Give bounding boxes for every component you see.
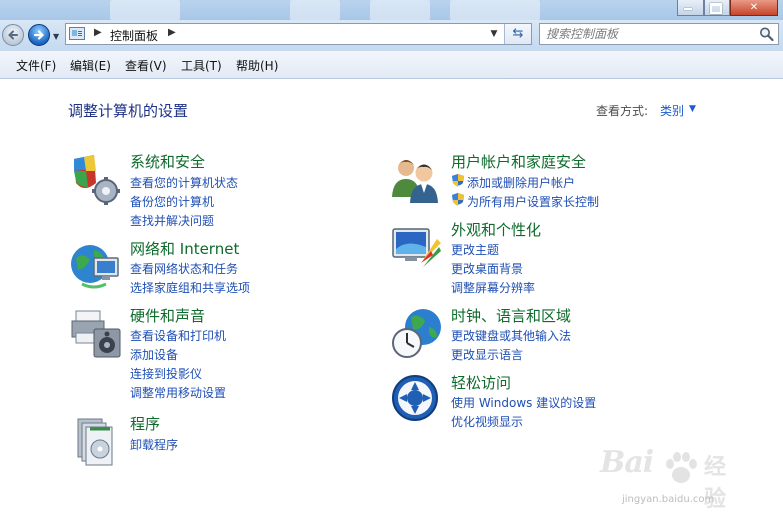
menu-edit[interactable]: 编辑(E) [70,57,111,74]
link-mobility-settings[interactable]: 调整常用移动设置 [130,384,226,401]
link-add-remove-accounts[interactable]: 添加或删除用户帐户 [467,174,575,191]
view-by-label: 查看方式: [596,104,649,118]
link-network-status[interactable]: 查看网络状态和任务 [130,260,238,277]
blurred-background [450,0,540,20]
category-title[interactable]: 程序 [130,413,160,434]
maximize-button[interactable] [704,0,730,16]
link-display-language[interactable]: 更改显示语言 [451,346,523,363]
category-title[interactable]: 系统和安全 [130,151,205,172]
search-box[interactable] [539,23,779,45]
link-homegroup-sharing[interactable]: 选择家庭组和共享选项 [130,279,250,296]
category-title[interactable]: 时钟、语言和区域 [451,305,571,326]
link-troubleshoot[interactable]: 查找并解决问题 [130,212,214,229]
minimize-button[interactable] [677,0,704,16]
blurred-background [290,0,340,20]
link-parental-controls[interactable]: 为所有用户设置家长控制 [467,193,599,210]
close-icon: ✕ [749,2,759,13]
chevron-down-icon[interactable]: ▼ [689,104,696,114]
watermark-url: jingyan.baidu.com [622,494,715,505]
link-screen-resolution[interactable]: 调整屏幕分辨率 [451,279,535,296]
recent-pages-dropdown[interactable]: ▼ [53,32,59,41]
ease-of-access-icon [392,375,438,421]
menu-bar: 文件(F) 编辑(E) 查看(V) 工具(T) 帮助(H) [0,51,783,79]
menu-help[interactable]: 帮助(H) [236,57,278,74]
category-title[interactable]: 外观和个性化 [451,219,541,240]
back-button[interactable] [2,24,24,46]
system-security-icon [74,155,120,205]
link-backup-computer[interactable]: 备份您的计算机 [130,193,214,210]
programs-icon [77,418,113,466]
maximize-icon [710,3,722,14]
search-input[interactable] [540,24,762,44]
paw-logo-icon [666,452,697,483]
page-title: 调整计算机的设置 [68,102,189,120]
refresh-button[interactable]: ⇆ [504,24,531,44]
link-uninstall-program[interactable]: 卸载程序 [130,436,178,453]
uac-shield-icon [452,193,464,206]
control-panel-content: 调整计算机的设置 查看方式: 类别 ▼ 系统和安全 查看您的计算机状态 备份您的… [0,79,783,512]
close-button[interactable]: ✕ [730,0,778,16]
category-title[interactable]: 轻松访问 [451,372,511,393]
back-arrow-icon [8,30,18,40]
link-windows-suggested-settings[interactable]: 使用 Windows 建议的设置 [451,394,596,411]
category-title[interactable]: 网络和 Internet [130,238,239,259]
link-devices-printers[interactable]: 查看设备和打印机 [130,327,226,344]
forward-button[interactable] [28,24,50,46]
clock-language-region-icon [392,309,441,358]
category-title[interactable]: 用户帐户和家庭安全 [451,151,586,172]
uac-shield-icon [452,174,464,187]
link-connect-projector[interactable]: 连接到投影仪 [130,365,202,382]
category-title[interactable]: 硬件和声音 [130,305,205,326]
baidu-jingyan-watermark: Bai 经验 jingyan.baidu.com [600,445,726,512]
network-internet-icon [71,245,119,289]
blurred-background [110,0,180,20]
title-bar: ✕ [0,0,783,20]
view-by-dropdown[interactable]: 类别 [660,102,684,119]
hardware-sound-icon [71,310,121,358]
breadcrumb-control-panel[interactable]: 控制面板 [110,27,158,44]
appearance-icon [392,228,441,267]
minimize-icon [684,8,692,10]
watermark-logo: Bai [600,445,654,480]
menu-view[interactable]: 查看(V) [125,57,167,74]
link-view-computer-status[interactable]: 查看您的计算机状态 [130,174,238,191]
link-desktop-background[interactable]: 更改桌面背景 [451,260,523,277]
link-optimize-visual-display[interactable]: 优化视频显示 [451,413,523,430]
control-panel-icon [69,27,85,40]
link-change-theme[interactable]: 更改主题 [451,241,499,258]
search-icon[interactable] [758,26,776,42]
link-add-device[interactable]: 添加设备 [130,346,178,363]
blurred-background [370,0,430,20]
address-bar[interactable]: ▶ 控制面板 ▶ ▼ ⇆ [65,23,532,45]
chevron-right-icon[interactable]: ▶ [168,27,176,38]
user-accounts-icon [392,160,438,203]
menu-file[interactable]: 文件(F) [16,57,56,74]
forward-arrow-icon [33,30,45,40]
address-dropdown-icon[interactable]: ▼ [487,26,501,42]
chevron-right-icon[interactable]: ▶ [94,27,102,38]
menu-tools[interactable]: 工具(T) [181,57,222,74]
link-keyboard-input[interactable]: 更改键盘或其他输入法 [451,327,571,344]
